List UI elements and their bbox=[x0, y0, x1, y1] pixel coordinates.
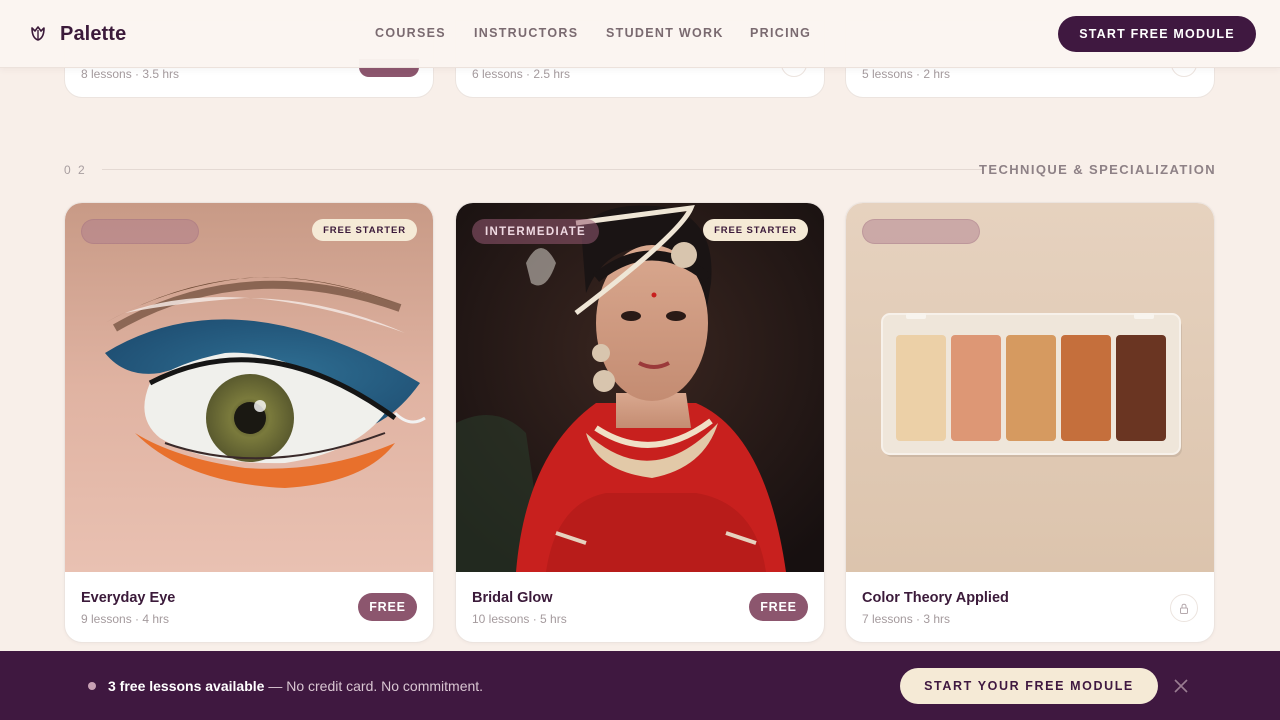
nav-student-work[interactable]: STUDENT WORK bbox=[606, 26, 724, 40]
lock-button[interactable] bbox=[1170, 594, 1198, 622]
free-button[interactable]: FREE bbox=[749, 593, 808, 621]
lock-icon bbox=[1180, 603, 1188, 614]
course-meta: 5 lessons · 2 hrs bbox=[862, 67, 951, 81]
banner-highlight: 3 free lessons available bbox=[108, 678, 265, 694]
nav-courses[interactable]: COURSES bbox=[375, 26, 446, 40]
nav-pricing[interactable]: PRICING bbox=[750, 26, 811, 40]
course-title[interactable]: Color Theory Applied bbox=[862, 590, 1009, 606]
level-badge bbox=[862, 219, 980, 244]
blue-orange-eye-makeup-photo bbox=[65, 203, 433, 572]
section-divider bbox=[102, 169, 984, 170]
site-header: Palette COURSES INSTRUCTORS STUDENT WORK… bbox=[0, 0, 1280, 68]
start-your-free-module-button[interactable]: START YOUR FREE MODULE bbox=[900, 668, 1158, 704]
free-starter-badge: FREE STARTER bbox=[703, 219, 808, 241]
course-title[interactable]: Everyday Eye bbox=[81, 590, 175, 606]
free-starter-badge: FREE STARTER bbox=[312, 219, 417, 241]
course-meta: 10 lessons · 5 hrs bbox=[472, 612, 567, 626]
course-meta: 9 lessons · 4 hrs bbox=[81, 612, 170, 626]
section-title: TECHNIQUE & SPECIALIZATION bbox=[979, 162, 1216, 177]
course-meta: 7 lessons · 3 hrs bbox=[862, 612, 951, 626]
bridal-portrait-photo bbox=[456, 203, 824, 572]
course-card-color-theory[interactable]: Color Theory Applied 7 lessons · 3 hrs bbox=[845, 202, 1215, 643]
nav-instructors[interactable]: INSTRUCTORS bbox=[474, 26, 578, 40]
course-card-everyday-eye[interactable]: FREE STARTER Everyday Eye 9 lessons · 4 … bbox=[64, 202, 434, 643]
start-free-module-button[interactable]: START FREE MODULE bbox=[1058, 16, 1256, 52]
course-meta: 8 lessons · 3.5 hrs bbox=[81, 67, 180, 81]
status-dot bbox=[88, 682, 96, 690]
free-lessons-banner: 3 free lessons available — No credit car… bbox=[0, 651, 1280, 720]
close-icon[interactable] bbox=[1172, 677, 1190, 695]
level-badge bbox=[81, 219, 199, 244]
level-badge: INTERMEDIATE bbox=[472, 219, 599, 244]
banner-subtext: — No credit card. No commitment. bbox=[264, 678, 484, 694]
eyeshadow-palette-photo bbox=[846, 203, 1214, 572]
course-card-bridal-glow[interactable]: INTERMEDIATE FREE STARTER Bridal Glow 10… bbox=[455, 202, 825, 643]
free-button[interactable]: FREE bbox=[358, 593, 417, 621]
course-title[interactable]: Bridal Glow bbox=[472, 590, 553, 606]
section-number: 0 2 bbox=[64, 163, 87, 177]
banner-text: 3 free lessons available — No credit car… bbox=[108, 678, 483, 694]
course-meta: 6 lessons · 2.5 hrs bbox=[472, 67, 571, 81]
